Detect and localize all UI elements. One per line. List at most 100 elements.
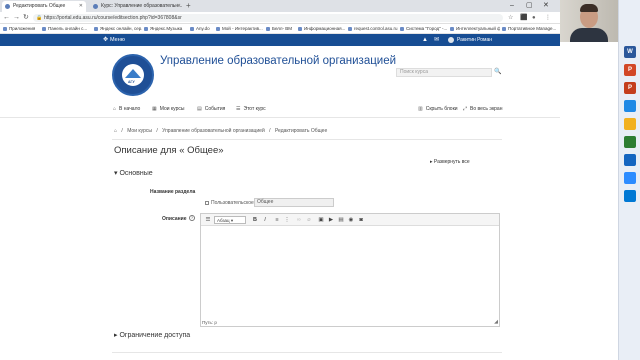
- bold-icon[interactable]: B: [251, 216, 259, 224]
- search-icon[interactable]: 🔍: [494, 68, 501, 77]
- breadcrumb-separator: /: [269, 128, 271, 134]
- description-editor[interactable]: ☰ Абзац ▾ B I ≡ ⋮ ∞ ⌀ ▣ ▶ ▤ ◉ ◙ Путь: p …: [200, 213, 500, 327]
- forward-icon[interactable]: →: [13, 13, 20, 23]
- breadcrumb-separator: /: [156, 128, 158, 134]
- paragraph-style-value: Абзац: [217, 218, 230, 223]
- section-general-label: Основные: [119, 170, 153, 177]
- bullet-list-icon[interactable]: ≡: [273, 216, 281, 224]
- checkbox-icon: [205, 200, 209, 205]
- app-icon[interactable]: [624, 154, 636, 166]
- section-name-input[interactable]: Общее: [254, 198, 334, 207]
- course-search-input[interactable]: Поиск курса: [396, 68, 492, 77]
- app-icon[interactable]: [624, 136, 636, 148]
- new-tab-button[interactable]: +: [186, 0, 191, 12]
- bookmark-star-icon[interactable]: ☆: [508, 14, 513, 22]
- chrome-menu-icon[interactable]: ⋮: [545, 14, 551, 22]
- nav-home[interactable]: ⌂ В начало: [113, 104, 140, 114]
- help-icon[interactable]: ?: [189, 215, 195, 221]
- extension-icon[interactable]: ⬛: [520, 14, 527, 22]
- moodle-favicon-icon: [5, 4, 10, 9]
- bookmark-item[interactable]: Яндекс.Музыка: [144, 25, 188, 33]
- address-bar[interactable]: 🔒 https://portal.edu.asu.ru/course/edits…: [33, 14, 503, 22]
- back-icon[interactable]: ←: [3, 13, 10, 23]
- bookmark-item[interactable]: Any.do: [190, 25, 214, 33]
- bookmark-item[interactable]: Система "Город" -...: [400, 25, 448, 33]
- breadcrumb-item[interactable]: Управление образовательной организацией: [162, 128, 265, 134]
- media-icon[interactable]: ▶: [327, 216, 335, 224]
- bookmark-item[interactable]: Панель онлайн с...: [42, 25, 92, 33]
- zoom-app-icon[interactable]: [624, 172, 636, 184]
- bookmark-item[interactable]: Яндекс онлайн, сер...: [94, 25, 142, 33]
- section-access-toggle[interactable]: ▸ Ограничение доступа: [114, 331, 190, 339]
- university-logo[interactable]: АГУ: [112, 54, 154, 96]
- person-body: [570, 28, 608, 42]
- tab-title: Курс: Управление образовательн...: [101, 3, 183, 9]
- navbar-menu-link[interactable]: Меню: [110, 34, 125, 46]
- screen: Редактировать Общее ✕ Курс: Управление о…: [0, 0, 640, 360]
- bookmark-item[interactable]: Белл- ВМ: [266, 25, 296, 33]
- reload-icon[interactable]: ↻: [23, 13, 29, 23]
- browser-tab-active[interactable]: Редактировать Общее ✕: [2, 1, 86, 12]
- divider: [0, 117, 560, 118]
- profile-icon[interactable]: ●: [532, 14, 536, 22]
- bookmark-item[interactable]: Интеллектуальный ф...: [450, 25, 500, 33]
- hide-blocks-button[interactable]: ▥ Скрыть блоки: [418, 104, 458, 114]
- nav-my-courses-label: Мои курсы: [159, 106, 185, 112]
- paragraph-style-select[interactable]: Абзац ▾: [214, 216, 246, 224]
- italic-icon[interactable]: I: [261, 216, 269, 224]
- calendar-icon: ▤: [197, 106, 202, 112]
- bookmarks-bar: Приложения Панель онлайн с... Яндекс онл…: [0, 24, 560, 34]
- close-tab-icon[interactable]: ✕: [79, 1, 83, 12]
- nav-events[interactable]: ▤ События: [197, 104, 225, 114]
- bookmark-item[interactable]: Мой - Интерактив...: [216, 25, 264, 33]
- bookmark-item[interactable]: Информационная...: [298, 25, 346, 33]
- editor-path-status: Путь: p: [202, 320, 217, 325]
- record-audio-icon[interactable]: ◉: [347, 216, 355, 224]
- section-name-label: Название раздела: [150, 189, 196, 195]
- record-video-icon[interactable]: ◙: [357, 216, 365, 224]
- address-url: https://portal.edu.asu.ru/course/editsec…: [44, 15, 182, 21]
- nav-this-course[interactable]: ☰ Этот курс: [236, 104, 266, 114]
- bookmark-item[interactable]: Портативное Manage...: [502, 25, 558, 33]
- link-icon[interactable]: ∞: [295, 216, 303, 224]
- fullscreen-button[interactable]: ⤢ Во весь экран: [463, 104, 502, 114]
- bookmark-item[interactable]: request.control.asu.ru: [348, 25, 398, 33]
- graduation-cap-icon: ▦: [152, 106, 157, 112]
- menu-icon[interactable]: ✥: [103, 34, 108, 46]
- numbered-list-icon[interactable]: ⋮: [283, 216, 291, 224]
- custom-name-checkbox[interactable]: Пользовательское: [205, 200, 254, 206]
- powerpoint-app-icon[interactable]: P: [624, 64, 636, 76]
- notifications-icon[interactable]: ▲: [422, 34, 428, 46]
- presentation-app-icon[interactable]: P: [624, 82, 636, 94]
- browser-tab[interactable]: Курс: Управление образовательн... ✕: [90, 1, 184, 12]
- nav-this-course-label: Этот курс: [243, 106, 266, 112]
- windows-taskbar: W P P: [618, 0, 640, 360]
- tab-title: Редактировать Общее: [13, 3, 66, 9]
- expand-all-link[interactable]: ▸ Развернуть все: [430, 159, 470, 165]
- bookmark-item[interactable]: Приложения: [3, 25, 39, 33]
- maximize-window-icon[interactable]: ▢: [526, 0, 533, 12]
- page-title: Описание для « Общее»: [114, 145, 224, 156]
- moodle-favicon-icon: [93, 4, 98, 9]
- breadcrumb-item: Редактировать Общее: [274, 128, 328, 134]
- nav-my-courses[interactable]: ▦ Мои курсы: [152, 104, 184, 114]
- messages-icon[interactable]: ✉: [434, 34, 439, 46]
- breadcrumb-item[interactable]: Мои курсы: [127, 128, 152, 134]
- breadcrumb: ⌂ / Мои курсы / Управление образовательн…: [114, 127, 330, 136]
- section-general-toggle[interactable]: ▾ Основные: [114, 169, 153, 177]
- columns-icon: ▥: [418, 106, 423, 112]
- app-icon[interactable]: [624, 100, 636, 112]
- app-icon[interactable]: [624, 190, 636, 202]
- close-tab-icon[interactable]: ✕: [177, 1, 181, 12]
- user-menu[interactable]: Ракитин Роман: [448, 34, 492, 46]
- close-window-icon[interactable]: ✕: [543, 0, 549, 12]
- toolbar-toggle-icon[interactable]: ☰: [204, 216, 212, 224]
- image-icon[interactable]: ▣: [317, 216, 325, 224]
- resize-handle-icon[interactable]: ◢: [494, 319, 498, 325]
- word-app-icon[interactable]: W: [624, 46, 636, 58]
- dashboard-icon[interactable]: ⌂: [114, 128, 117, 134]
- unlink-icon[interactable]: ⌀: [305, 216, 313, 224]
- minimize-window-icon[interactable]: –: [510, 0, 514, 12]
- folder-app-icon[interactable]: [624, 118, 636, 130]
- manage-files-icon[interactable]: ▤: [337, 216, 345, 224]
